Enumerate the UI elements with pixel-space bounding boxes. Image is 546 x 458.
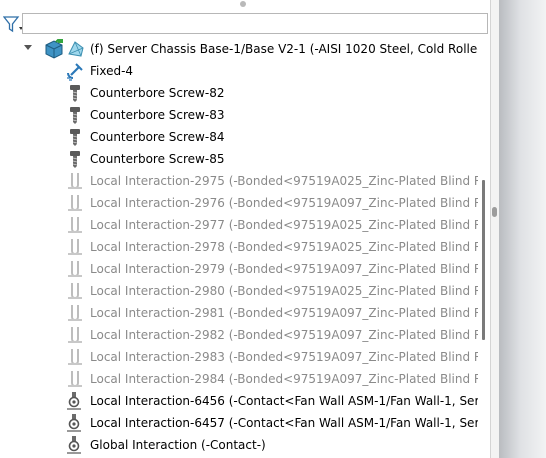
tree-item[interactable]: Local Interaction-2984 (-Bonded<97519A09… xyxy=(0,368,478,390)
tree-item[interactable]: Local Interaction-6456 (-Contact<Fan Wal… xyxy=(0,390,478,412)
contact-interaction-icon xyxy=(65,391,85,411)
panel-grip-handle[interactable] xyxy=(240,1,246,7)
contact-interaction-icon xyxy=(65,435,85,455)
tree-item[interactable]: Local Interaction-2977 (-Bonded<97519A02… xyxy=(0,214,478,236)
screw-icon xyxy=(65,83,85,103)
graphics-viewport[interactable] xyxy=(499,0,546,458)
filter-bar xyxy=(0,12,490,36)
contact-interaction-icon xyxy=(65,413,85,433)
bonded-interaction-icon xyxy=(65,171,85,191)
fixture-anchor-icon xyxy=(65,61,85,81)
bonded-interaction-icon xyxy=(65,281,85,301)
expand-chevron-icon[interactable] xyxy=(24,45,32,50)
tree-item-label: Local Interaction-2975 (-Bonded<97519A02… xyxy=(90,174,478,188)
tree-item[interactable]: Local Interaction-6457 (-Contact<Fan Wal… xyxy=(0,412,478,434)
tree-root-node[interactable]: (f) Server Chassis Base-1/Base V2-1 (-AI… xyxy=(0,38,478,60)
tree-item-label: Fixed-4 xyxy=(90,64,134,78)
tree-item[interactable]: Fixed-4 xyxy=(0,60,478,82)
bonded-interaction-icon xyxy=(65,303,85,323)
tree-item[interactable]: Counterbore Screw-85 xyxy=(0,148,478,170)
bonded-interaction-icon xyxy=(65,369,85,389)
tree-item[interactable]: Local Interaction-2981 (-Bonded<97519A09… xyxy=(0,302,478,324)
tree-item[interactable]: Local Interaction-2983 (-Bonded<97519A09… xyxy=(0,346,478,368)
bonded-interaction-icon xyxy=(65,325,85,345)
tree-item-label: Local Interaction-2981 (-Bonded<97519A09… xyxy=(90,306,478,320)
study-tree: (f) Server Chassis Base-1/Base V2-1 (-AI… xyxy=(0,37,478,458)
solid-body-icon xyxy=(44,38,64,59)
tree-item-label: Local Interaction-2982 (-Bonded<97519A09… xyxy=(90,328,478,342)
bonded-interaction-icon xyxy=(65,193,85,213)
tree-item[interactable]: Counterbore Screw-84 xyxy=(0,126,478,148)
screw-icon xyxy=(65,105,85,125)
tree-item[interactable]: Counterbore Screw-83 xyxy=(0,104,478,126)
tree-item-label: Global Interaction (-Contact-) xyxy=(90,438,266,452)
tree-item-label: Counterbore Screw-83 xyxy=(90,108,225,122)
tree-item[interactable]: Local Interaction-2975 (-Bonded<97519A02… xyxy=(0,170,478,192)
bonded-interaction-icon xyxy=(65,237,85,257)
panel-top-edge xyxy=(0,0,546,10)
tree-item[interactable]: Local Interaction-2978 (-Bonded<97519A02… xyxy=(0,236,478,258)
tree-item-label: Local Interaction-6457 (-Contact<Fan Wal… xyxy=(90,416,478,430)
tree-item[interactable]: Local Interaction-2976 (-Bonded<97519A09… xyxy=(0,192,478,214)
tree-item[interactable]: Global Interaction (-Contact-) xyxy=(0,434,478,456)
tree-item-label: Local Interaction-2976 (-Bonded<97519A09… xyxy=(90,196,478,210)
tree-item-label: Local Interaction-2980 (-Bonded<97519A02… xyxy=(90,284,478,298)
bonded-interaction-icon xyxy=(65,347,85,367)
bonded-interaction-icon xyxy=(65,259,85,279)
scrollbar-thumb[interactable] xyxy=(482,180,485,340)
tree-item[interactable]: Counterbore Screw-82 xyxy=(0,82,478,104)
tree-vertical-scrollbar[interactable] xyxy=(478,37,490,458)
tree-root-label: (f) Server Chassis Base-1/Base V2-1 (-AI… xyxy=(90,42,478,56)
tree-item-label: Counterbore Screw-84 xyxy=(90,130,225,144)
splitter-handle[interactable] xyxy=(492,207,497,217)
tree-item-label: Counterbore Screw-82 xyxy=(90,86,225,100)
tree-item-label: Local Interaction-2984 (-Bonded<97519A09… xyxy=(90,372,478,386)
bonded-interaction-icon xyxy=(65,215,85,235)
tree-item-label: Local Interaction-2979 (-Bonded<97519A09… xyxy=(90,262,478,276)
tree-item[interactable]: Local Interaction-2982 (-Bonded<97519A09… xyxy=(0,324,478,346)
screw-icon xyxy=(65,149,85,169)
tree-item-label: Local Interaction-2977 (-Bonded<97519A02… xyxy=(90,218,478,232)
mesh-material-icon xyxy=(66,39,86,59)
tree-item-label: Local Interaction-6456 (-Contact<Fan Wal… xyxy=(90,394,478,408)
tree-item-label: Local Interaction-2983 (-Bonded<97519A09… xyxy=(90,350,478,364)
tree-item-label: Local Interaction-2978 (-Bonded<97519A02… xyxy=(90,240,478,254)
tree-item[interactable]: Local Interaction-2980 (-Bonded<97519A02… xyxy=(0,280,478,302)
panel-splitter[interactable] xyxy=(490,0,499,458)
tree-item[interactable]: Local Interaction-2979 (-Bonded<97519A09… xyxy=(0,258,478,280)
tree-item-label: Counterbore Screw-85 xyxy=(90,152,225,166)
filter-input[interactable] xyxy=(22,13,488,34)
screw-icon xyxy=(65,127,85,147)
